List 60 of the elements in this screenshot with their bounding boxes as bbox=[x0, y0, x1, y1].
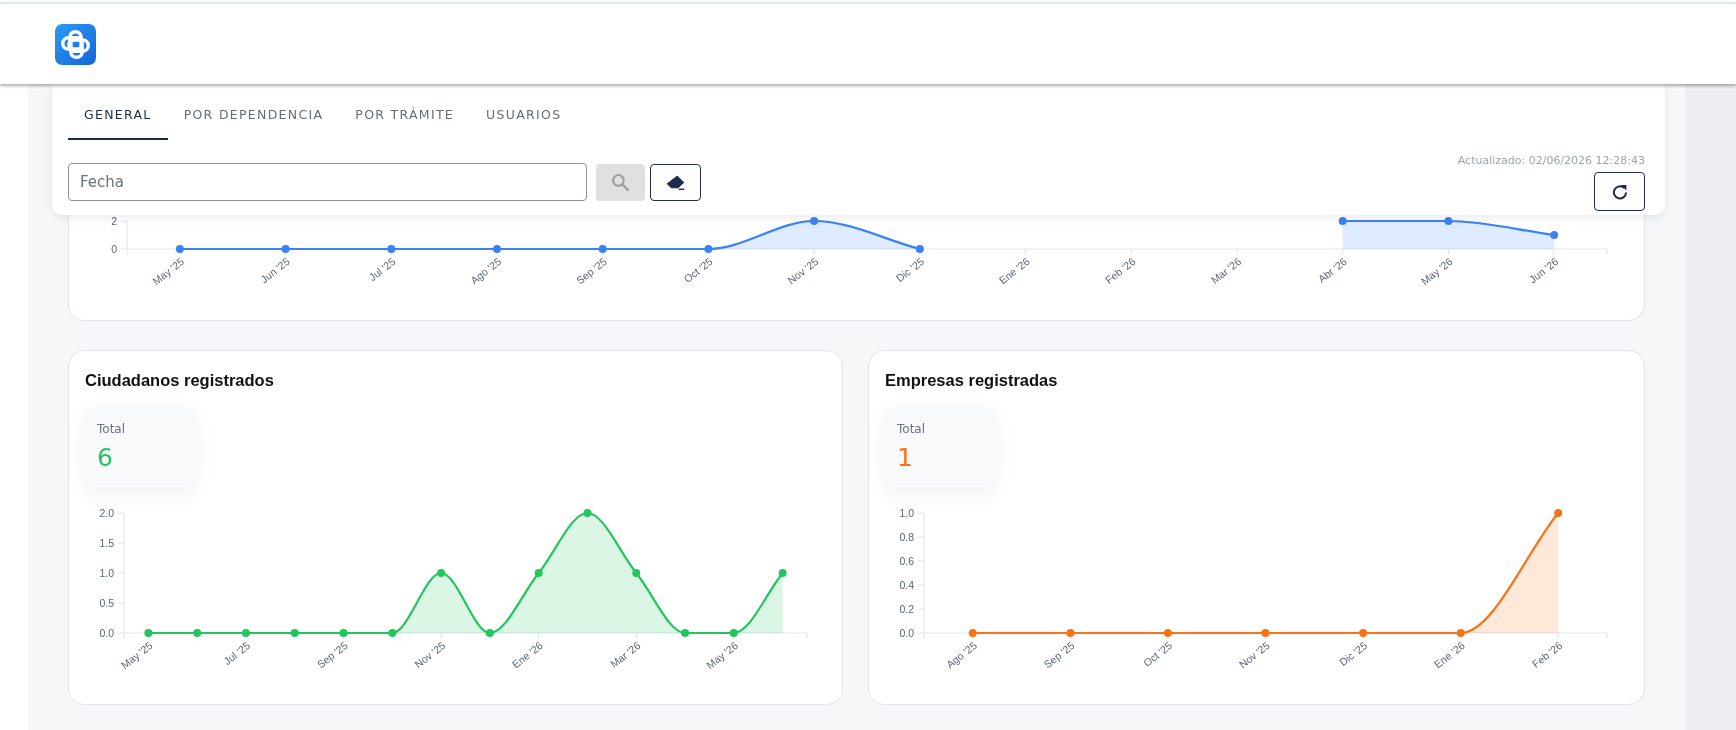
logo-icon[interactable] bbox=[55, 24, 96, 65]
y-tick-label: 2.0 bbox=[99, 507, 114, 519]
refresh-button[interactable] bbox=[1594, 172, 1645, 211]
y-tick-label: 0.0 bbox=[99, 627, 114, 639]
x-tick-label: Abr '26 bbox=[1315, 255, 1349, 285]
x-tick-label: Jun '25 bbox=[258, 255, 292, 286]
x-tick-label: Nov '25 bbox=[1236, 639, 1272, 671]
x-tick-label: Nov '25 bbox=[412, 639, 448, 671]
x-tick-label: Mar '26 bbox=[607, 639, 643, 670]
clear-button[interactable] bbox=[650, 163, 701, 201]
x-tick-label: Jul '25 bbox=[221, 639, 253, 668]
x-tick-label: Dic '25 bbox=[1336, 639, 1370, 669]
x-tick-label: Oct '25 bbox=[1140, 639, 1175, 669]
y-tick-label: 1.5 bbox=[99, 537, 114, 549]
x-tick-label: Ene '26 bbox=[509, 639, 545, 671]
x-tick-label: Mar '26 bbox=[1208, 255, 1244, 286]
x-tick-label: Sep '25 bbox=[573, 255, 609, 287]
x-tick-label: May '26 bbox=[703, 639, 741, 671]
y-tick-label: 2 bbox=[111, 215, 117, 227]
y-tick-label: 0.2 bbox=[899, 603, 914, 615]
tab[interactable]: USUARIOS bbox=[470, 84, 578, 140]
x-tick-label: Oct '25 bbox=[681, 255, 715, 285]
x-tick-label: Nov '25 bbox=[785, 255, 821, 287]
tab[interactable]: GENERAL bbox=[68, 84, 168, 140]
x-tick-label: Sep '25 bbox=[1041, 639, 1077, 671]
x-tick-label: Jul '25 bbox=[366, 255, 398, 284]
y-tick-label: 0 bbox=[111, 243, 117, 255]
card-title: Ciudadanos registrados bbox=[85, 370, 274, 391]
x-tick-label: Feb '26 bbox=[1102, 255, 1138, 286]
x-tick-label: Dic '25 bbox=[893, 255, 927, 285]
x-tick-label: Ene '26 bbox=[1431, 639, 1467, 671]
y-tick-label: 0.4 bbox=[899, 579, 914, 591]
y-tick-label: 0.8 bbox=[899, 531, 914, 543]
x-tick-label: May '25 bbox=[118, 639, 155, 671]
eraser-icon bbox=[666, 174, 685, 190]
x-tick-label: Sep '25 bbox=[314, 639, 350, 671]
tab[interactable]: POR DEPENDENCIA bbox=[167, 84, 340, 140]
updated-timestamp: Actualizado: 02/06/2026 12:28:43 bbox=[1457, 153, 1645, 169]
total-value: 1 bbox=[897, 443, 913, 473]
y-tick-label: 0.0 bbox=[899, 627, 914, 639]
card-title: Empresas registradas bbox=[885, 370, 1058, 391]
y-tick-label: 1.0 bbox=[99, 567, 114, 579]
x-tick-label: Ago '25 bbox=[943, 639, 979, 671]
search-icon bbox=[612, 173, 629, 191]
date-field[interactable]: Fecha bbox=[68, 163, 587, 201]
y-axis bbox=[120, 220, 128, 256]
refresh-icon bbox=[1611, 183, 1628, 200]
x-tick-label: Ago '25 bbox=[468, 255, 504, 287]
y-tick-label: 0.5 bbox=[99, 597, 114, 609]
x-tick-label: Ene '26 bbox=[996, 255, 1032, 287]
total-value: 6 bbox=[97, 443, 113, 473]
x-tick-label: May '25 bbox=[150, 255, 187, 287]
x-tick-label: May '26 bbox=[1418, 255, 1455, 287]
total-label: Total bbox=[97, 421, 126, 437]
y-tick-label: 1.0 bbox=[899, 507, 914, 519]
total-label: Total bbox=[897, 421, 926, 437]
y-tick-label: 0.6 bbox=[899, 555, 914, 567]
x-tick-label: Jun '26 bbox=[1526, 255, 1561, 286]
tab[interactable]: POR TRÁMITE bbox=[339, 84, 471, 140]
x-tick-label: Feb '26 bbox=[1529, 639, 1565, 670]
